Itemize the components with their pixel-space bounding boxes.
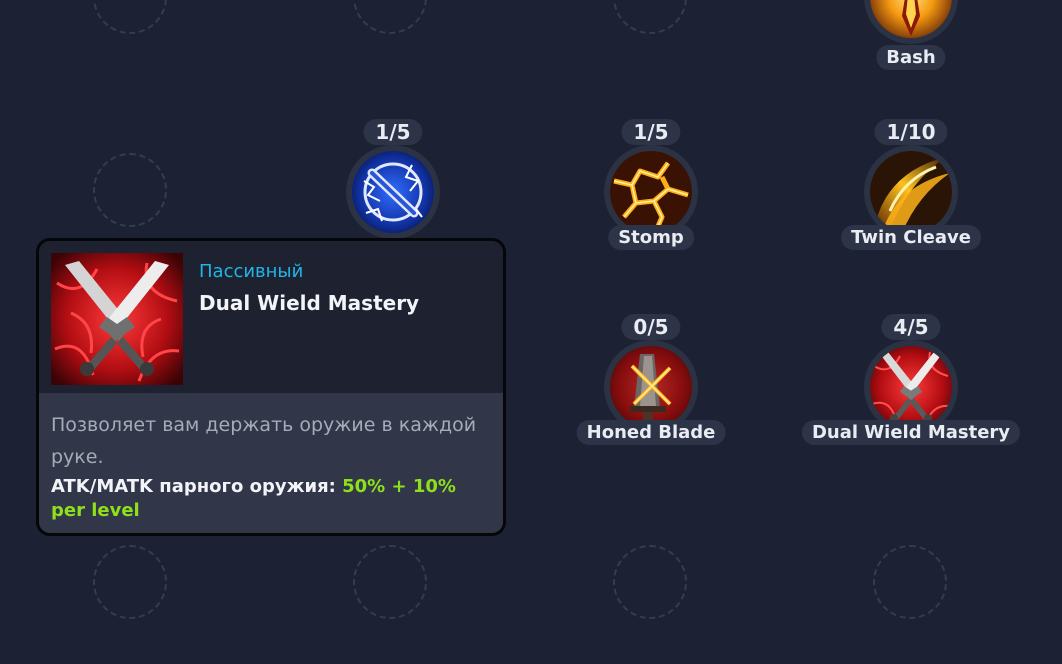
skill-name: Stomp bbox=[608, 225, 694, 250]
tooltip-description: Позволяет вам держать оружие в каждой ру… bbox=[51, 414, 477, 468]
empty-skill-slot bbox=[353, 0, 427, 34]
skill-level: 0/5 bbox=[621, 314, 681, 340]
skill-name: Honed Blade bbox=[576, 420, 726, 445]
empty-skill-slot bbox=[93, 153, 167, 227]
skill-level: 4/5 bbox=[881, 314, 941, 340]
skill-tooltip: Пассивный Dual Wield Mastery Позволяет в… bbox=[36, 238, 506, 536]
skill-level: 1/5 bbox=[621, 119, 681, 145]
skill-name: Twin Cleave bbox=[841, 225, 981, 250]
empty-skill-slot bbox=[873, 545, 947, 619]
crossed-daggers-icon bbox=[51, 253, 183, 385]
skill-level: 1/10 bbox=[874, 119, 948, 145]
fire-blade-icon bbox=[864, 0, 958, 44]
empty-skill-slot bbox=[613, 0, 687, 34]
tooltip-stat-label: ATK/MATK парного оружия: bbox=[51, 476, 343, 497]
skill-name: Bash bbox=[876, 45, 946, 70]
empty-skill-slot bbox=[93, 0, 167, 34]
tooltip-skill-title: Dual Wield Mastery bbox=[199, 291, 420, 315]
tooltip-skill-type: Пассивный bbox=[199, 261, 304, 282]
skill-name: Dual Wield Mastery bbox=[801, 420, 1021, 445]
empty-skill-slot bbox=[93, 545, 167, 619]
lightning-shield-icon bbox=[346, 145, 440, 239]
tooltip-header: Пассивный Dual Wield Mastery bbox=[39, 241, 503, 393]
skill-level: 1/5 bbox=[363, 119, 423, 145]
tooltip-body: Позволяет вам держать оружие в каждой ру… bbox=[39, 393, 503, 533]
empty-skill-slot bbox=[353, 545, 427, 619]
empty-skill-slot bbox=[613, 545, 687, 619]
tooltip-stat: ATK/MATK парного оружия: 50% + 10% per l… bbox=[51, 475, 489, 523]
